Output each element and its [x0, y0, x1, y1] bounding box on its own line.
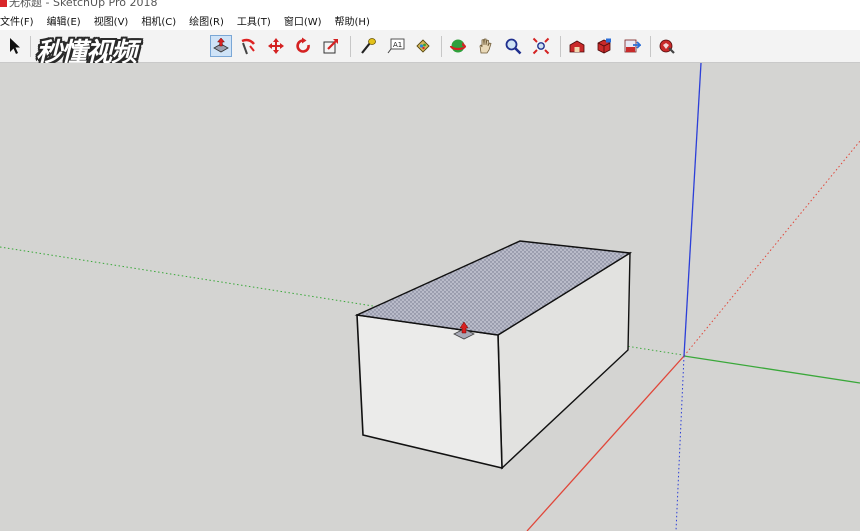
paint-bucket-tool-button[interactable] — [412, 35, 434, 57]
menu-window[interactable]: 窗口(W) — [280, 13, 326, 28]
toolbar-separator — [650, 36, 651, 57]
warehouse-icon — [569, 40, 585, 53]
rotate-tool-button[interactable] — [292, 35, 314, 57]
menu-tools[interactable]: 工具(T) — [233, 13, 275, 28]
window-title: 无标题 - SketchUp Pro 2018 — [9, 0, 158, 9]
pan-icon — [479, 38, 492, 54]
paint-bucket-icon — [416, 39, 430, 53]
warehouse-tool-button[interactable] — [566, 35, 588, 57]
menu-view[interactable]: 视图(V) — [90, 13, 133, 28]
toolbar-separator — [350, 36, 351, 57]
blue-axis-solid — [683, 63, 702, 357]
select-icon — [10, 38, 20, 54]
follow-me-tool-button[interactable] — [237, 35, 259, 57]
extension-warehouse-tool-button[interactable] — [656, 35, 678, 57]
zoom-extents-tool-button[interactable] — [530, 35, 552, 57]
zoom-icon — [505, 38, 522, 55]
menu-file[interactable]: 文件(F) — [0, 13, 38, 28]
scale-tool-button[interactable] — [320, 35, 342, 57]
text-icon-label: A1 — [393, 41, 402, 49]
push-pull-tool-button[interactable] — [210, 35, 232, 57]
tape-measure-icon — [361, 38, 376, 54]
menu-bar: 文件(F) 编辑(E) 视图(V) 相机(C) 绘图(R) 工具(T) 窗口(W… — [0, 10, 860, 30]
zoom-extents-icon — [532, 37, 550, 55]
toolbar: A1 — [0, 30, 860, 63]
orbit-tool-button[interactable] — [447, 35, 469, 57]
zoom-tool-button[interactable] — [502, 35, 524, 57]
green-axis-solid — [683, 355, 860, 384]
blue-axis-dotted — [675, 355, 685, 531]
orbit-icon — [449, 39, 467, 53]
toolbar-separator — [30, 36, 31, 57]
push-pull-icon — [213, 37, 229, 53]
move-icon — [268, 38, 284, 54]
menu-help[interactable]: 帮助(H) — [331, 13, 374, 28]
select-tool-button[interactable] — [4, 35, 26, 57]
menu-edit[interactable]: 编辑(E) — [43, 13, 85, 28]
tape-measure-tool-button[interactable] — [357, 35, 379, 57]
text-icon: A1 — [387, 38, 405, 54]
menu-camera[interactable]: 相机(C) — [137, 13, 180, 28]
scene-canvas[interactable] — [0, 63, 860, 531]
components-tool-button[interactable] — [593, 35, 615, 57]
model-viewport[interactable] — [0, 63, 860, 531]
menu-draw[interactable]: 绘图(R) — [185, 13, 228, 28]
share-model-icon — [624, 39, 641, 53]
toolbar-separator — [441, 36, 442, 57]
extension-warehouse-icon — [659, 39, 675, 54]
pan-tool-button[interactable] — [474, 35, 496, 57]
scale-icon — [323, 39, 338, 54]
red-axis-dotted — [683, 140, 860, 357]
box-front-face[interactable] — [356, 314, 503, 470]
app-icon — [0, 0, 7, 7]
title-bar: 无标题 - SketchUp Pro 2018 — [0, 0, 860, 10]
components-icon — [597, 38, 611, 54]
rotate-icon — [296, 37, 310, 53]
follow-me-icon — [241, 38, 255, 55]
sketchup-window: 无标题 - SketchUp Pro 2018 文件(F) 编辑(E) 视图(V… — [0, 0, 860, 531]
toolbar-separator — [560, 36, 561, 57]
text-tool-button[interactable]: A1 — [385, 35, 407, 57]
move-tool-button[interactable] — [265, 35, 287, 57]
share-model-tool-button[interactable] — [621, 35, 643, 57]
